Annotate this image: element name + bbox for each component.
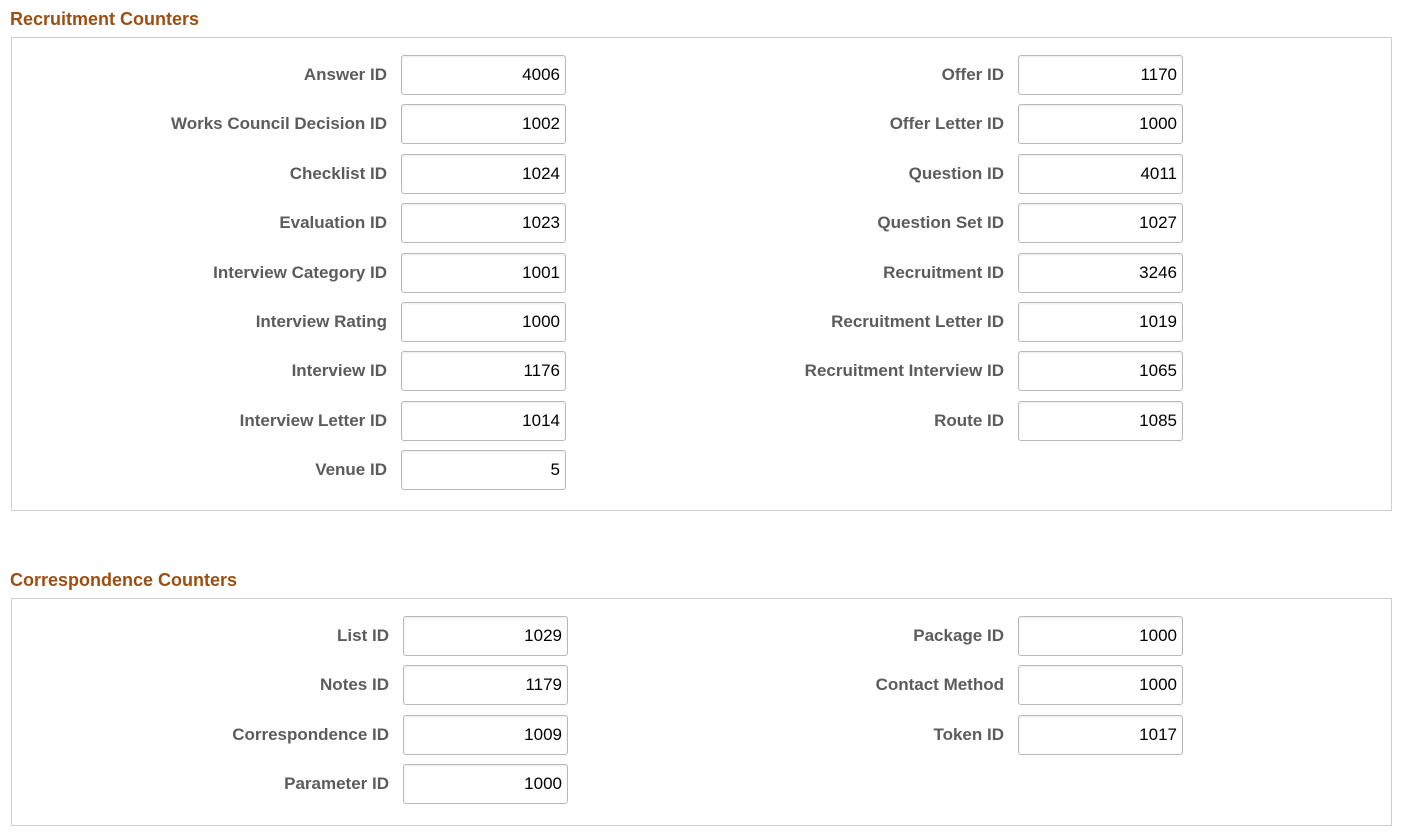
recruitment-interview-id-label: Recruitment Interview ID: [805, 361, 1004, 381]
offer-id-label: Offer ID: [942, 65, 1004, 85]
evaluation-id-label: Evaluation ID: [279, 213, 387, 233]
recruitment-interview-id-input[interactable]: [1018, 351, 1183, 391]
recruitment-letter-id-input[interactable]: [1018, 302, 1183, 342]
question-id-label: Question ID: [909, 164, 1004, 184]
interview-letter-id-input[interactable]: [401, 401, 566, 441]
checklist-id-label: Checklist ID: [290, 164, 387, 184]
offer-letter-id-label: Offer Letter ID: [890, 114, 1004, 134]
question-set-id-label: Question Set ID: [877, 213, 1004, 233]
parameter-id-label: Parameter ID: [284, 774, 389, 794]
list-id-label: List ID: [337, 626, 389, 646]
interview-letter-id-label: Interview Letter ID: [240, 411, 387, 431]
token-id-label: Token ID: [933, 725, 1004, 745]
notes-id-input[interactable]: [403, 665, 568, 705]
evaluation-id-input[interactable]: [401, 203, 566, 243]
correspondence-counters-title: Correspondence Counters: [10, 570, 237, 591]
correspondence-counters-group: [11, 598, 1392, 826]
works-council-decision-id-input[interactable]: [401, 104, 566, 144]
venue-id-label: Venue ID: [315, 460, 387, 480]
answer-id-input[interactable]: [401, 55, 566, 95]
notes-id-label: Notes ID: [320, 675, 389, 695]
interview-category-id-input[interactable]: [401, 253, 566, 293]
list-id-input[interactable]: [403, 616, 568, 656]
contact-method-input[interactable]: [1018, 665, 1183, 705]
token-id-input[interactable]: [1018, 715, 1183, 755]
correspondence-id-label: Correspondence ID: [232, 725, 389, 745]
route-id-input[interactable]: [1018, 401, 1183, 441]
contact-method-label: Contact Method: [876, 675, 1004, 695]
parameter-id-input[interactable]: [403, 764, 568, 804]
offer-id-input[interactable]: [1018, 55, 1183, 95]
checklist-id-input[interactable]: [401, 154, 566, 194]
recruitment-counters-title: Recruitment Counters: [10, 9, 199, 30]
recruitment-id-label: Recruitment ID: [883, 263, 1004, 283]
package-id-input[interactable]: [1018, 616, 1183, 656]
interview-rating-label: Interview Rating: [256, 312, 387, 332]
package-id-label: Package ID: [913, 626, 1004, 646]
interview-category-id-label: Interview Category ID: [213, 263, 387, 283]
route-id-label: Route ID: [934, 411, 1004, 431]
interview-id-label: Interview ID: [292, 361, 387, 381]
interview-id-input[interactable]: [401, 351, 566, 391]
interview-rating-input[interactable]: [401, 302, 566, 342]
recruitment-id-input[interactable]: [1018, 253, 1183, 293]
answer-id-label: Answer ID: [304, 65, 387, 85]
venue-id-input[interactable]: [401, 450, 566, 490]
works-council-decision-id-label: Works Council Decision ID: [171, 114, 387, 134]
correspondence-id-input[interactable]: [403, 715, 568, 755]
question-id-input[interactable]: [1018, 154, 1183, 194]
offer-letter-id-input[interactable]: [1018, 104, 1183, 144]
recruitment-letter-id-label: Recruitment Letter ID: [831, 312, 1004, 332]
question-set-id-input[interactable]: [1018, 203, 1183, 243]
